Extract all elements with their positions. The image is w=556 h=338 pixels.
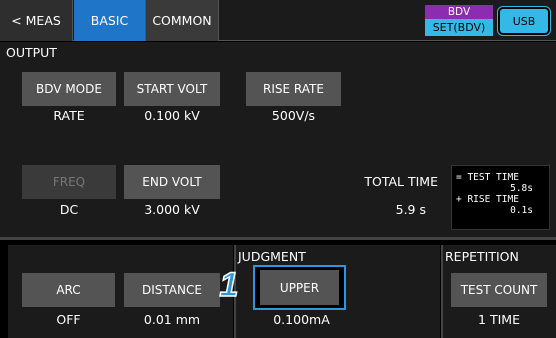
distance-button[interactable]: DISTANCE (124, 273, 220, 307)
total-time-label: TOTAL TIME (364, 174, 438, 189)
mode-indicator: BDV SET(BDV) (425, 5, 493, 37)
callout-number-1: 1 (219, 266, 239, 302)
repetition-panel: REPETITION TEST COUNT 1 TIME (441, 245, 556, 338)
output-title: OUTPUT (6, 45, 57, 60)
start-volt-value: 0.100 kV (144, 108, 200, 123)
freq-button[interactable]: FREQ (22, 165, 116, 199)
distance-value: 0.01 mm (143, 312, 201, 327)
end-volt-value: 3.000 kV (144, 202, 200, 217)
freq-value: DC (59, 202, 79, 217)
rise-time-label: + RISE TIME (456, 194, 519, 205)
repetition-title: REPETITION (445, 249, 519, 264)
total-time-value: 5.9 s (395, 202, 426, 217)
test-count-value: 1 TIME (478, 312, 520, 327)
arc-panel: ARC OFF DISTANCE 0.01 mm (8, 245, 233, 338)
bdv-mode-value: RATE (53, 108, 85, 123)
upper-button[interactable]: UPPER (260, 270, 339, 305)
test-time-label: = TEST TIME (456, 172, 519, 183)
callout-number-text: 1 (220, 266, 239, 302)
time-breakdown: = TEST TIME 5.8s + RISE TIME 0.1s (451, 165, 550, 230)
tab-common[interactable]: COMMON (145, 0, 219, 41)
mode-label: BDV (425, 5, 493, 19)
rise-rate-value: 500V/s (271, 108, 316, 123)
judgment-title: JUDGMENT (238, 249, 306, 264)
top-bar: < MEAS BASIC COMMON BDV SET(BDV) USB (0, 0, 556, 41)
arc-button[interactable]: ARC (22, 273, 115, 307)
rise-rate-button[interactable]: RISE RATE (246, 72, 341, 106)
usb-button[interactable]: USB (497, 6, 551, 36)
mode-setting: SET(BDV) (425, 19, 493, 36)
end-volt-button[interactable]: END VOLT (124, 165, 220, 199)
upper-value: 0.100mA (273, 312, 330, 327)
tab-basic[interactable]: BASIC (74, 0, 145, 41)
bdv-mode-button[interactable]: BDV MODE (22, 72, 116, 106)
arc-value: OFF (56, 312, 81, 327)
tab-meas[interactable]: < MEAS (0, 0, 73, 41)
rise-time-value: 0.1s (510, 205, 533, 216)
test-time-value: 5.8s (510, 183, 533, 194)
start-volt-button[interactable]: START VOLT (124, 72, 220, 106)
upper-highlight: UPPER (253, 265, 346, 310)
test-count-button[interactable]: TEST COUNT (451, 273, 547, 307)
